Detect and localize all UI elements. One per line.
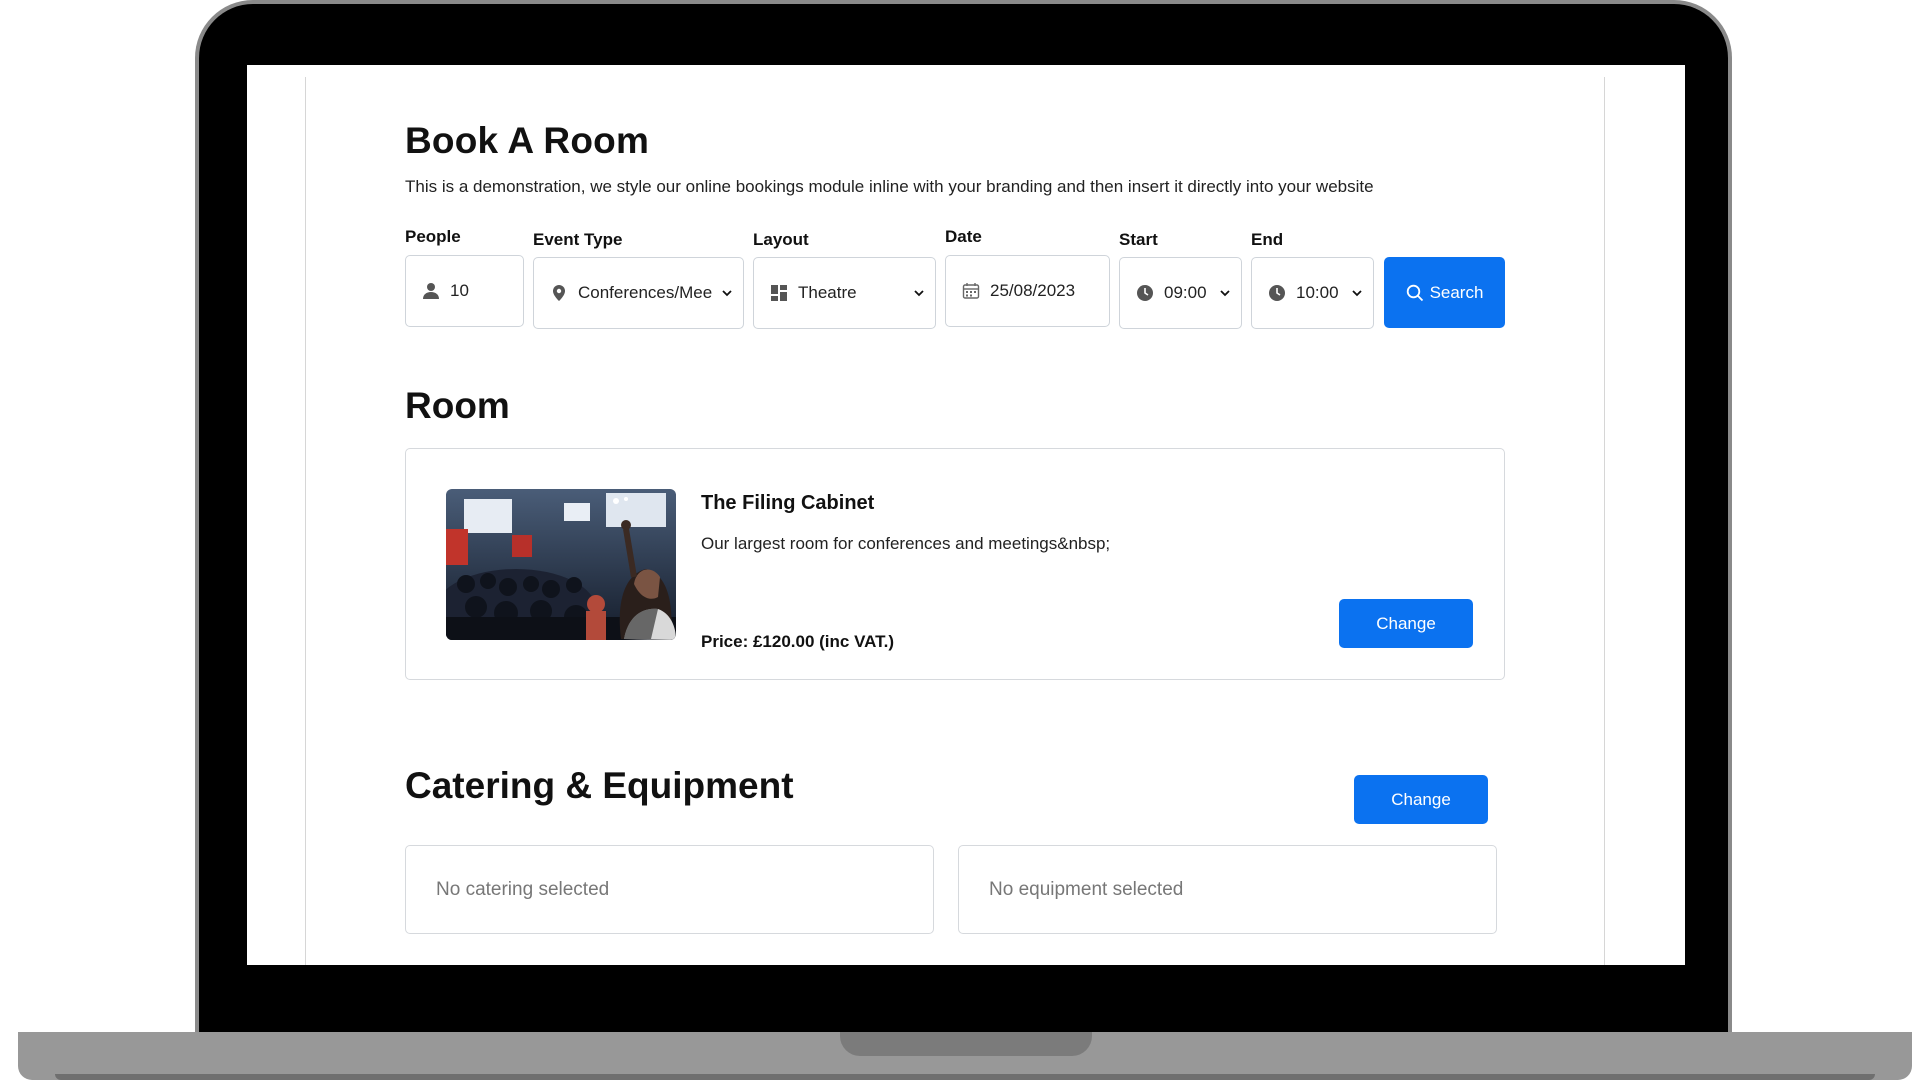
laptop-screen: Book A Room This is a demonstration, we … (247, 65, 1685, 965)
chevron-down-icon (1219, 287, 1231, 299)
equipment-box: No equipment selected (958, 845, 1497, 934)
layout-select[interactable]: Theatre (753, 257, 936, 329)
search-icon (1406, 284, 1424, 302)
chevron-down-icon (1351, 287, 1363, 299)
date-input[interactable]: 25/08/2023 (945, 255, 1110, 327)
search-button[interactable]: Search (1384, 257, 1505, 328)
event-type-label: Event Type (533, 230, 623, 249)
room-card: The Filing Cabinet Our largest room for … (405, 448, 1505, 680)
page-border-right (1604, 77, 1605, 965)
date-value: 25/08/2023 (990, 281, 1076, 300)
page-subtitle: This is a demonstration, we style our on… (405, 177, 1374, 196)
end-time-value: 10:00 (1296, 283, 1339, 302)
end-time-select[interactable]: 10:00 (1251, 257, 1374, 329)
end-label: End (1251, 230, 1284, 249)
person-icon (422, 282, 440, 300)
catering-empty-text: No catering selected (436, 878, 610, 900)
people-label: People (405, 227, 461, 246)
people-value: 10 (450, 281, 469, 300)
start-time-select[interactable]: 09:00 (1119, 257, 1242, 329)
calendar-icon (962, 282, 980, 300)
layout-label: Layout (753, 230, 809, 249)
clock-icon (1268, 284, 1286, 302)
equipment-empty-text: No equipment selected (989, 878, 1184, 900)
chevron-down-icon (721, 287, 733, 299)
start-label: Start (1119, 230, 1158, 249)
event-type-select[interactable]: Conferences/Mee (533, 257, 744, 329)
room-section-title: Room (405, 385, 510, 426)
layout-value: Theatre (798, 283, 857, 302)
change-catering-button[interactable]: Change (1354, 775, 1488, 824)
catering-box: No catering selected (405, 845, 934, 934)
change-room-button[interactable]: Change (1339, 599, 1473, 648)
page-title: Book A Room (405, 120, 650, 161)
room-photo (446, 489, 676, 640)
layout-grid-icon (770, 284, 788, 302)
clock-icon (1136, 284, 1154, 302)
room-price: Price: £120.00 (inc VAT.) (701, 632, 895, 651)
people-input[interactable]: 10 (405, 255, 524, 327)
catering-section-title: Catering & Equipment (405, 765, 794, 806)
laptop-base-shadow (55, 1074, 1875, 1080)
laptop-notch (840, 1032, 1092, 1056)
map-pin-icon (550, 284, 568, 302)
page-border-left (305, 77, 306, 965)
chevron-down-icon (913, 287, 925, 299)
room-description: Our largest room for conferences and mee… (701, 534, 1111, 553)
start-time-value: 09:00 (1164, 283, 1207, 302)
event-type-value: Conferences/Mee (578, 283, 713, 302)
search-button-label: Search (1429, 282, 1484, 302)
date-label: Date (945, 227, 982, 246)
room-name: The Filing Cabinet (701, 492, 875, 514)
